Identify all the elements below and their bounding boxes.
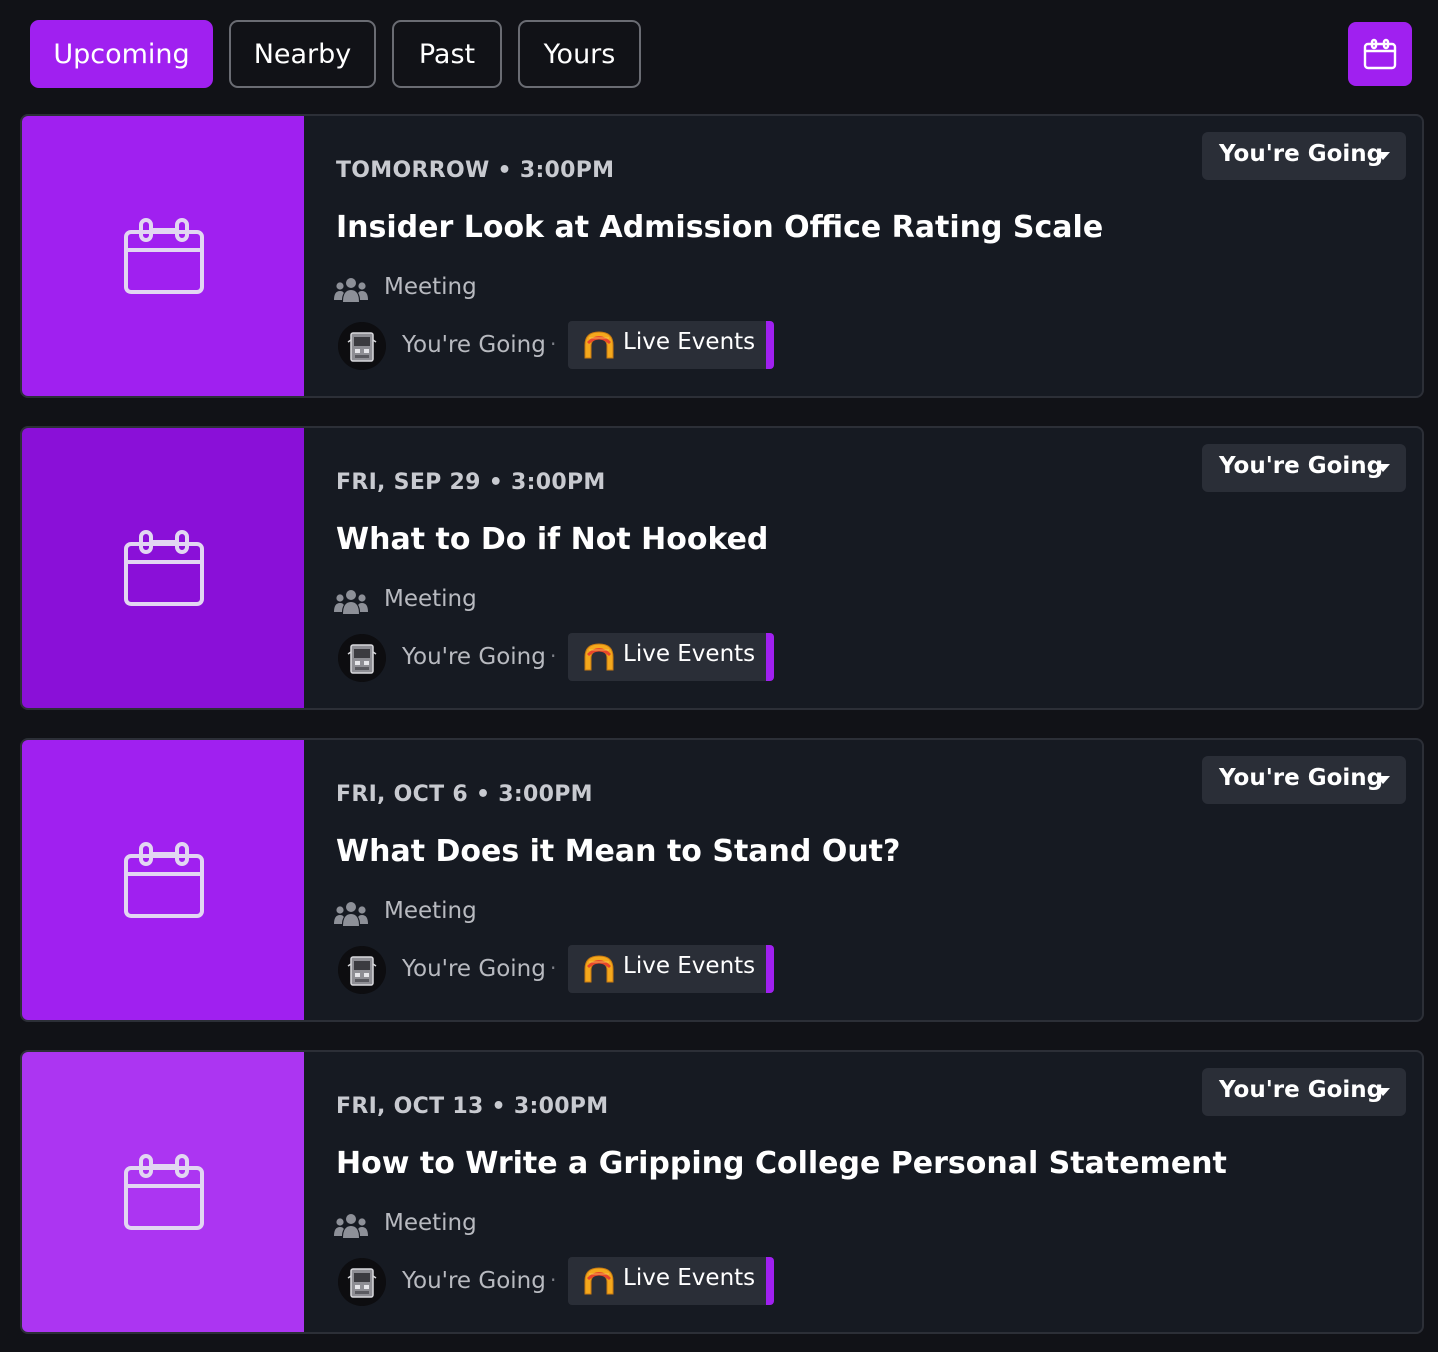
host-avatar[interactable] (338, 322, 386, 370)
event-filter-bar: Upcoming Nearby Past Yours (30, 20, 1412, 88)
caret-down-icon (1376, 464, 1390, 472)
tab-nearby[interactable]: Nearby (229, 20, 376, 88)
channel-tag[interactable]: Live Events (568, 321, 774, 369)
channel-tag[interactable]: Live Events (568, 633, 774, 681)
event-card[interactable]: FRI, SEP 29 • 3:00PM What to Do if Not H… (20, 426, 1424, 710)
attendance-status: You're Going (402, 1268, 546, 1294)
caret-down-icon (1376, 776, 1390, 784)
event-badge-icon (584, 955, 614, 983)
event-datetime: FRI, OCT 6 • 3:00PM (336, 782, 593, 807)
separator-dot: · (550, 332, 557, 356)
separator-dot: · (550, 1268, 557, 1292)
channel-label: Live Events (623, 953, 756, 979)
calendar-icon (124, 842, 204, 918)
caret-down-icon (1376, 152, 1390, 160)
channel-label: Live Events (623, 641, 756, 667)
event-type-label: Meeting (384, 586, 477, 612)
tab-past[interactable]: Past (392, 20, 502, 88)
rsvp-label: You're Going (1219, 1077, 1384, 1103)
calendar-view-button[interactable] (1348, 22, 1412, 86)
host-avatar-icon (338, 634, 386, 682)
tab-upcoming[interactable]: Upcoming (30, 20, 213, 88)
event-badge-icon (584, 331, 614, 359)
event-type-label: Meeting (384, 274, 477, 300)
host-avatar[interactable] (338, 946, 386, 994)
event-badge-icon (584, 1267, 614, 1295)
separator-dot: · (550, 644, 557, 668)
calendar-icon (124, 218, 204, 294)
event-thumbnail (22, 740, 304, 1020)
event-title[interactable]: What Does it Mean to Stand Out? (336, 834, 900, 869)
channel-tag[interactable]: Live Events (568, 1257, 774, 1305)
event-thumbnail (22, 428, 304, 708)
users-group-icon (334, 1214, 368, 1238)
event-badge-icon (584, 643, 614, 671)
rsvp-dropdown[interactable]: You're Going (1202, 444, 1406, 492)
tab-yours[interactable]: Yours (518, 20, 641, 88)
events-page: Upcoming Nearby Past Yours TOMORROW • 3:… (0, 0, 1438, 1352)
event-card[interactable]: FRI, OCT 13 • 3:00PM How to Write a Grip… (20, 1050, 1424, 1334)
rsvp-label: You're Going (1219, 765, 1384, 791)
channel-label: Live Events (623, 1265, 756, 1291)
event-datetime: FRI, SEP 29 • 3:00PM (336, 470, 606, 495)
separator-dot: · (550, 956, 557, 980)
event-thumbnail (22, 116, 304, 396)
event-type-label: Meeting (384, 898, 477, 924)
calendar-icon (1363, 38, 1397, 70)
rsvp-dropdown[interactable]: You're Going (1202, 132, 1406, 180)
host-avatar[interactable] (338, 1258, 386, 1306)
users-group-icon (334, 590, 368, 614)
rsvp-dropdown[interactable]: You're Going (1202, 756, 1406, 804)
caret-down-icon (1376, 1088, 1390, 1096)
attendance-status: You're Going (402, 332, 546, 358)
attendance-status: You're Going (402, 956, 546, 982)
host-avatar-icon (338, 322, 386, 370)
event-card[interactable]: FRI, OCT 6 • 3:00PM What Does it Mean to… (20, 738, 1424, 1022)
event-type-label: Meeting (384, 1210, 477, 1236)
host-avatar-icon (338, 946, 386, 994)
channel-tag[interactable]: Live Events (568, 945, 774, 993)
event-datetime: FRI, OCT 13 • 3:00PM (336, 1094, 609, 1119)
rsvp-label: You're Going (1219, 141, 1384, 167)
event-datetime: TOMORROW • 3:00PM (336, 158, 615, 183)
host-avatar-icon (338, 1258, 386, 1306)
calendar-icon (124, 530, 204, 606)
host-avatar[interactable] (338, 634, 386, 682)
rsvp-label: You're Going (1219, 453, 1384, 479)
event-title[interactable]: What to Do if Not Hooked (336, 522, 768, 557)
channel-label: Live Events (623, 329, 756, 355)
rsvp-dropdown[interactable]: You're Going (1202, 1068, 1406, 1116)
event-card[interactable]: TOMORROW • 3:00PM Insider Look at Admiss… (20, 114, 1424, 398)
calendar-icon (124, 1154, 204, 1230)
users-group-icon (334, 278, 368, 302)
event-title[interactable]: How to Write a Gripping College Personal… (336, 1146, 1227, 1181)
event-title[interactable]: Insider Look at Admission Office Rating … (336, 210, 1103, 245)
attendance-status: You're Going (402, 644, 546, 670)
event-thumbnail (22, 1052, 304, 1332)
users-group-icon (334, 902, 368, 926)
